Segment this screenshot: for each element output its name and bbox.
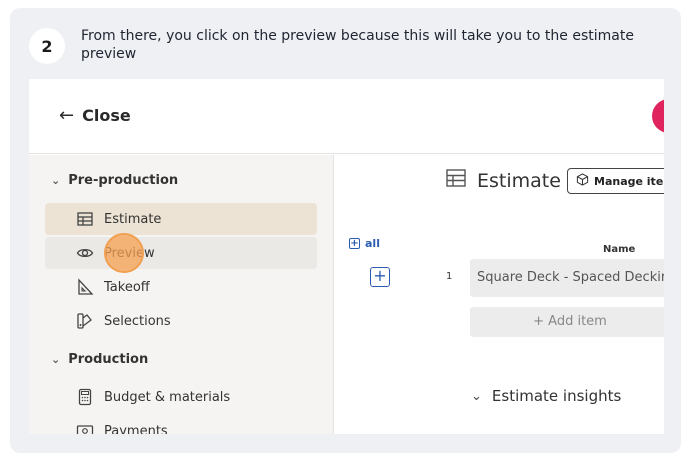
eye-icon — [76, 244, 94, 262]
row-name-field[interactable]: Square Deck - Spaced Deckir — [470, 259, 664, 297]
sidebar: ⌄ Pre-production Estimate Preview Takeof… — [29, 155, 334, 434]
calculator-icon — [76, 388, 94, 406]
page-title-text: Estimate — [477, 169, 561, 192]
top-bar: ← Close — [29, 79, 664, 154]
sidebar-item-label: Estimate — [104, 211, 162, 227]
insights-label: Estimate insights — [491, 387, 622, 405]
table-icon — [76, 210, 94, 228]
row-index: 1 — [446, 271, 453, 282]
sidebar-item-label: Payments — [104, 423, 168, 435]
all-label: all — [365, 237, 380, 250]
chevron-down-icon: ⌄ — [51, 353, 61, 366]
back-arrow-icon: ← — [59, 105, 75, 126]
add-item-button[interactable]: + Add item — [470, 307, 664, 337]
sidebar-item-label: Preview — [104, 245, 155, 261]
sidebar-item-label: Budget & materials — [104, 389, 231, 405]
section-title: Production — [68, 352, 149, 367]
sidebar-item-selections[interactable]: Selections — [45, 305, 317, 337]
section-pre-production[interactable]: ⌄ Pre-production — [51, 173, 178, 188]
swatches-icon — [76, 312, 94, 330]
ruler-triangle-icon — [76, 278, 94, 296]
chevron-down-icon: ⌄ — [471, 388, 482, 404]
section-title: Pre-production — [68, 173, 179, 188]
sidebar-item-label: Takeoff — [104, 279, 150, 295]
plus-square-icon: + — [349, 238, 360, 249]
sidebar-item-preview[interactable]: Preview — [45, 237, 317, 269]
step-card: 2 From there, you click on the preview b… — [10, 8, 681, 453]
manage-items-label: Manage iten — [594, 174, 664, 188]
table-icon — [445, 167, 467, 194]
sidebar-item-takeoff[interactable]: Takeoff — [45, 271, 317, 303]
estimate-panel: Estimate Manage iten + all Name + 1 Squa… — [335, 155, 664, 434]
app-screenshot: ← Close ⌄ Pre-production Estimate Previe — [29, 79, 664, 434]
step-instruction: From there, you click on the preview bec… — [81, 28, 634, 62]
avatar[interactable] — [652, 99, 664, 133]
estimate-insights-toggle[interactable]: ⌄ Estimate insights — [471, 387, 621, 405]
manage-items-button[interactable]: Manage iten — [567, 168, 664, 194]
cash-icon — [76, 422, 94, 434]
page-title: Estimate — [445, 167, 561, 194]
section-production[interactable]: ⌄ Production — [51, 352, 148, 367]
chevron-down-icon: ⌄ — [51, 174, 61, 187]
cube-icon — [576, 173, 589, 189]
column-header-name: Name — [603, 244, 636, 255]
sidebar-item-label: Selections — [104, 313, 171, 329]
sidebar-item-estimate[interactable]: Estimate — [45, 203, 317, 235]
expand-row-button[interactable]: + — [370, 267, 390, 287]
step-number-badge: 2 — [29, 28, 65, 64]
sidebar-item-payments[interactable]: Payments — [45, 415, 317, 434]
sidebar-item-budget-materials[interactable]: Budget & materials — [45, 381, 317, 413]
expand-all-link[interactable]: + all — [349, 237, 380, 250]
close-label: Close — [82, 106, 131, 125]
close-button[interactable]: ← Close — [59, 105, 131, 126]
